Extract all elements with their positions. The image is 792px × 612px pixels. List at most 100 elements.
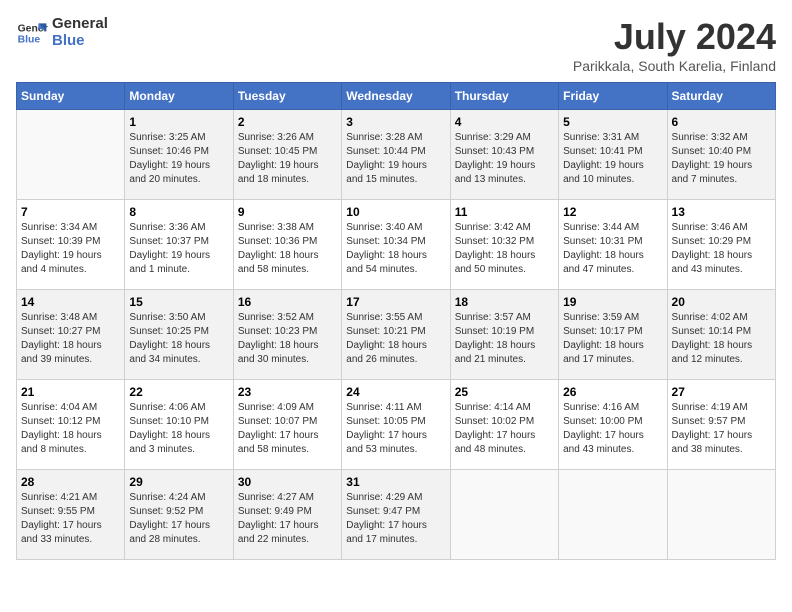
calendar-cell: 14 Sunrise: 3:48 AM Sunset: 10:27 PM Dayl… [17,290,125,380]
day-number: 13 [672,205,771,219]
day-number: 16 [238,295,337,309]
logo: General Blue GeneralBlue [16,16,108,49]
calendar-week-row: 7 Sunrise: 3:34 AM Sunset: 10:39 PM Dayli… [17,200,776,290]
day-number: 30 [238,475,337,489]
calendar-cell: 19 Sunrise: 3:59 AM Sunset: 10:17 PM Dayl… [559,290,667,380]
day-number: 1 [129,115,228,129]
day-number: 23 [238,385,337,399]
weekday-header-friday: Friday [559,83,667,110]
calendar-table: SundayMondayTuesdayWednesdayThursdayFrid… [16,82,776,560]
day-number: 4 [455,115,554,129]
day-info: Sunrise: 3:29 AM Sunset: 10:43 PM Daylig… [455,131,554,187]
calendar-cell [559,470,667,560]
calendar-cell: 13 Sunrise: 3:46 AM Sunset: 10:29 PM Dayl… [667,200,775,290]
day-number: 2 [238,115,337,129]
page-header: General Blue GeneralBlue July 2024 Parik… [16,16,776,74]
day-number: 24 [346,385,445,399]
calendar-cell: 20 Sunrise: 4:02 AM Sunset: 10:14 PM Dayl… [667,290,775,380]
day-number: 5 [563,115,662,129]
day-number: 20 [672,295,771,309]
weekday-header-row: SundayMondayTuesdayWednesdayThursdayFrid… [17,83,776,110]
day-number: 28 [21,475,120,489]
month-title: July 2024 [573,16,776,58]
day-info: Sunrise: 4:19 AM Sunset: 9:57 PM Dayligh… [672,401,771,457]
day-info: Sunrise: 4:11 AM Sunset: 10:05 PM Daylig… [346,401,445,457]
day-info: Sunrise: 3:38 AM Sunset: 10:36 PM Daylig… [238,221,337,277]
calendar-cell: 31 Sunrise: 4:29 AM Sunset: 9:47 PM Dayli… [342,470,450,560]
calendar-cell: 3Sunrise: 3:28 AM Sunset: 10:44 PM Dayli… [342,110,450,200]
day-info: Sunrise: 4:21 AM Sunset: 9:55 PM Dayligh… [21,491,120,547]
day-number: 17 [346,295,445,309]
calendar-cell: 18Sunrise: 3:57 AM Sunset: 10:19 PM Dayl… [450,290,558,380]
weekday-header-tuesday: Tuesday [233,83,341,110]
day-info: Sunrise: 3:28 AM Sunset: 10:44 PM Daylig… [346,131,445,187]
calendar-cell: 16Sunrise: 3:52 AM Sunset: 10:23 PM Dayl… [233,290,341,380]
calendar-cell: 2 Sunrise: 3:26 AM Sunset: 10:45 PM Dayli… [233,110,341,200]
day-number: 8 [129,205,228,219]
day-number: 10 [346,205,445,219]
weekday-header-sunday: Sunday [17,83,125,110]
day-info: Sunrise: 4:27 AM Sunset: 9:49 PM Dayligh… [238,491,337,547]
day-info: Sunrise: 3:59 AM Sunset: 10:17 PM Daylig… [563,311,662,367]
calendar-cell: 5 Sunrise: 3:31 AM Sunset: 10:41 PM Dayli… [559,110,667,200]
day-number: 15 [129,295,228,309]
day-info: Sunrise: 4:02 AM Sunset: 10:14 PM Daylig… [672,311,771,367]
day-info: Sunrise: 3:32 AM Sunset: 10:40 PM Daylig… [672,131,771,187]
calendar-week-row: 28 Sunrise: 4:21 AM Sunset: 9:55 PM Dayli… [17,470,776,560]
calendar-cell: 28 Sunrise: 4:21 AM Sunset: 9:55 PM Dayli… [17,470,125,560]
calendar-cell: 21 Sunrise: 4:04 AM Sunset: 10:12 PM Dayl… [17,380,125,470]
calendar-cell: 17Sunrise: 3:55 AM Sunset: 10:21 PM Dayl… [342,290,450,380]
calendar-cell: 12Sunrise: 3:44 AM Sunset: 10:31 PM Dayl… [559,200,667,290]
calendar-cell: 7 Sunrise: 3:34 AM Sunset: 10:39 PM Dayli… [17,200,125,290]
calendar-cell: 10 Sunrise: 3:40 AM Sunset: 10:34 PM Dayl… [342,200,450,290]
title-block: July 2024 Parikkala, South Karelia, Finl… [573,16,776,74]
calendar-cell: 9 Sunrise: 3:38 AM Sunset: 10:36 PM Dayli… [233,200,341,290]
day-info: Sunrise: 3:34 AM Sunset: 10:39 PM Daylig… [21,221,120,277]
day-info: Sunrise: 3:46 AM Sunset: 10:29 PM Daylig… [672,221,771,277]
calendar-cell: 26Sunrise: 4:16 AM Sunset: 10:00 PM Dayl… [559,380,667,470]
day-info: Sunrise: 4:29 AM Sunset: 9:47 PM Dayligh… [346,491,445,547]
weekday-header-saturday: Saturday [667,83,775,110]
day-number: 12 [563,205,662,219]
day-number: 7 [21,205,120,219]
weekday-header-monday: Monday [125,83,233,110]
calendar-cell: 30 Sunrise: 4:27 AM Sunset: 9:49 PM Dayli… [233,470,341,560]
day-info: Sunrise: 3:36 AM Sunset: 10:37 PM Daylig… [129,221,228,277]
calendar-cell: 11 Sunrise: 3:42 AM Sunset: 10:32 PM Dayl… [450,200,558,290]
day-number: 31 [346,475,445,489]
weekday-header-wednesday: Wednesday [342,83,450,110]
day-number: 21 [21,385,120,399]
calendar-cell: 4 Sunrise: 3:29 AM Sunset: 10:43 PM Dayli… [450,110,558,200]
svg-text:Blue: Blue [18,34,41,45]
calendar-cell [17,110,125,200]
day-info: Sunrise: 4:09 AM Sunset: 10:07 PM Daylig… [238,401,337,457]
day-info: Sunrise: 4:06 AM Sunset: 10:10 PM Daylig… [129,401,228,457]
day-info: Sunrise: 3:26 AM Sunset: 10:45 PM Daylig… [238,131,337,187]
logo-icon: General Blue [16,17,48,49]
day-number: 14 [21,295,120,309]
calendar-cell: 1Sunrise: 3:25 AM Sunset: 10:46 PM Dayli… [125,110,233,200]
calendar-cell: 25Sunrise: 4:14 AM Sunset: 10:02 PM Dayl… [450,380,558,470]
day-info: Sunrise: 3:42 AM Sunset: 10:32 PM Daylig… [455,221,554,277]
day-number: 18 [455,295,554,309]
calendar-cell [667,470,775,560]
calendar-cell: 29Sunrise: 4:24 AM Sunset: 9:52 PM Dayli… [125,470,233,560]
day-info: Sunrise: 3:40 AM Sunset: 10:34 PM Daylig… [346,221,445,277]
weekday-header-thursday: Thursday [450,83,558,110]
day-info: Sunrise: 4:16 AM Sunset: 10:00 PM Daylig… [563,401,662,457]
calendar-cell: 27Sunrise: 4:19 AM Sunset: 9:57 PM Dayli… [667,380,775,470]
day-info: Sunrise: 4:04 AM Sunset: 10:12 PM Daylig… [21,401,120,457]
calendar-week-row: 14 Sunrise: 3:48 AM Sunset: 10:27 PM Dayl… [17,290,776,380]
day-number: 19 [563,295,662,309]
calendar-cell: 24 Sunrise: 4:11 AM Sunset: 10:05 PM Dayl… [342,380,450,470]
location: Parikkala, South Karelia, Finland [573,58,776,74]
day-info: Sunrise: 3:48 AM Sunset: 10:27 PM Daylig… [21,311,120,367]
logo-text: GeneralBlue [52,16,108,49]
calendar-cell: 23 Sunrise: 4:09 AM Sunset: 10:07 PM Dayl… [233,380,341,470]
calendar-cell: 8 Sunrise: 3:36 AM Sunset: 10:37 PM Dayli… [125,200,233,290]
day-number: 9 [238,205,337,219]
day-number: 6 [672,115,771,129]
calendar-cell: 15Sunrise: 3:50 AM Sunset: 10:25 PM Dayl… [125,290,233,380]
day-number: 11 [455,205,554,219]
day-info: Sunrise: 3:31 AM Sunset: 10:41 PM Daylig… [563,131,662,187]
